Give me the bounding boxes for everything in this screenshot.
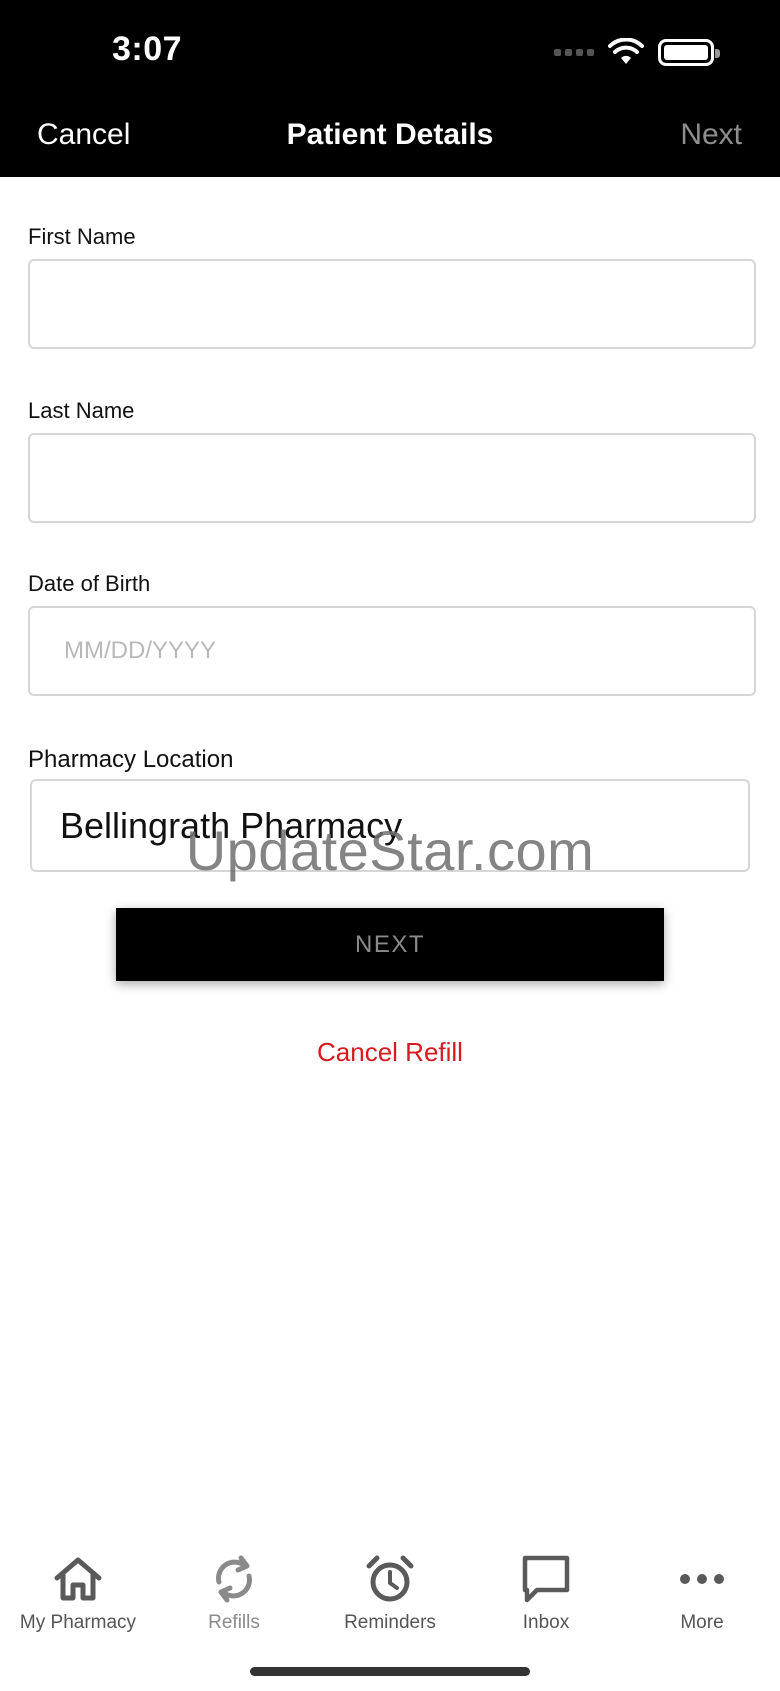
alarm-clock-icon (366, 1555, 414, 1602)
tab-inbox[interactable]: Inbox (468, 1540, 624, 1650)
home-indicator[interactable] (250, 1667, 530, 1676)
battery-icon (658, 38, 720, 66)
pharmacy-location-field[interactable]: Bellingrath Pharmacy (30, 779, 750, 872)
cellular-signal-icon (554, 48, 594, 56)
last-name-field-box (28, 433, 756, 523)
dob-label: Date of Birth (28, 571, 151, 596)
home-icon (54, 1557, 102, 1601)
refresh-icon (216, 1555, 252, 1603)
tab-label: More (680, 1612, 724, 1633)
tab-bar: My Pharmacy Refills Reminders Inbox More (0, 1540, 780, 1650)
next-button[interactable]: NEXT (116, 908, 664, 981)
tab-reminders[interactable]: Reminders (312, 1540, 468, 1650)
first-name-label: First Name (28, 224, 136, 249)
header-bar: 3:07 Cancel Patient Details Next (0, 0, 780, 177)
nav-cancel-button[interactable]: Cancel (37, 118, 130, 152)
nav-next-button[interactable]: Next (680, 118, 742, 152)
pharmacy-location-label: Pharmacy Location (28, 746, 234, 773)
cancel-refill-link[interactable]: Cancel Refill (317, 1037, 463, 1067)
wifi-icon (608, 38, 644, 64)
last-name-input[interactable] (30, 435, 754, 521)
tab-label: Reminders (344, 1612, 436, 1633)
tab-my-pharmacy[interactable]: My Pharmacy (0, 1540, 156, 1650)
dob-input[interactable] (30, 608, 754, 694)
tab-more[interactable]: More (624, 1540, 780, 1650)
first-name-input[interactable] (30, 261, 754, 347)
page-title: Patient Details (286, 118, 494, 151)
tab-refills[interactable]: Refills (156, 1540, 312, 1650)
chat-bubble-icon (522, 1555, 570, 1603)
pharmacy-location-value: Bellingrath Pharmacy (60, 804, 403, 846)
tab-label: Inbox (522, 1612, 570, 1633)
more-dots-icon (680, 1574, 724, 1584)
dob-field-box (28, 606, 756, 696)
first-name-field-box (28, 259, 756, 349)
last-name-label: Last Name (28, 398, 135, 423)
status-icons (554, 38, 720, 66)
tab-label: My Pharmacy (19, 1612, 137, 1633)
status-time: 3:07 (112, 30, 183, 68)
tab-label: Refills (208, 1612, 260, 1633)
